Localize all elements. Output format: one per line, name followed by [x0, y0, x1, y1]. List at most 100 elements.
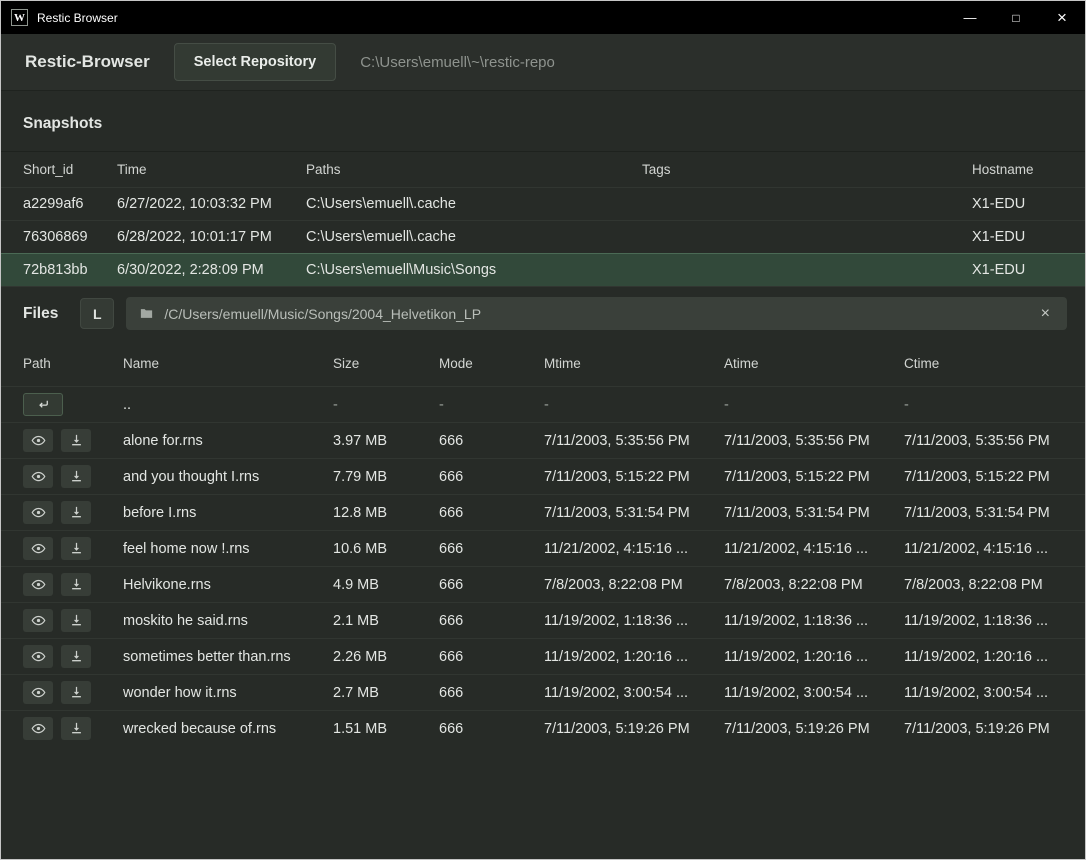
eye-icon — [31, 649, 46, 664]
file-path-bar[interactable]: /C/Users/emuell/Music/Songs/2004_Helveti… — [126, 297, 1067, 330]
file-atime: - — [724, 397, 904, 413]
snapshot-hostname: X1-EDU — [972, 196, 1063, 212]
app-name-label: Restic-Browser — [25, 52, 150, 72]
download-file-button[interactable] — [61, 537, 91, 560]
parent-directory-row: .. - - - - - — [1, 386, 1085, 422]
download-icon — [69, 433, 84, 448]
file-ctime: 7/11/2003, 5:19:26 PM — [904, 721, 1063, 737]
goto-root-button[interactable]: L — [80, 298, 114, 329]
download-icon — [69, 685, 84, 700]
files-title: Files — [23, 305, 58, 323]
minimize-button[interactable]: — — [947, 1, 993, 34]
file-mtime: 7/11/2003, 5:35:56 PM — [544, 433, 724, 449]
file-name: alone for.rns — [123, 433, 333, 449]
file-mode: 666 — [439, 613, 544, 629]
return-arrow-icon — [36, 397, 51, 412]
preview-file-button[interactable] — [23, 429, 53, 452]
preview-file-button[interactable] — [23, 501, 53, 524]
download-file-button[interactable] — [61, 573, 91, 596]
file-size: 2.26 MB — [333, 649, 439, 665]
download-file-button[interactable] — [61, 681, 91, 704]
eye-icon — [31, 541, 46, 556]
preview-file-button[interactable] — [23, 537, 53, 560]
app-header: Restic-Browser Select Repository C:\User… — [1, 34, 1085, 91]
file-name: and you thought I.rns — [123, 469, 333, 485]
column-header-time: Time — [117, 162, 306, 177]
column-header-atime: Atime — [724, 356, 904, 371]
preview-file-button[interactable] — [23, 609, 53, 632]
download-file-button[interactable] — [61, 465, 91, 488]
snapshot-paths: C:\Users\emuell\Music\Songs — [306, 262, 642, 278]
snapshot-row[interactable]: a2299af6 6/27/2022, 10:03:32 PM C:\Users… — [1, 187, 1085, 220]
snapshot-short-id: 76306869 — [23, 229, 117, 245]
eye-icon — [31, 505, 46, 520]
file-mtime: 7/8/2003, 8:22:08 PM — [544, 577, 724, 593]
snapshot-paths: C:\Users\emuell\.cache — [306, 196, 642, 212]
download-icon — [69, 577, 84, 592]
maximize-button[interactable]: □ — [993, 1, 1039, 34]
file-mtime: 11/19/2002, 1:20:16 ... — [544, 649, 724, 665]
download-file-button[interactable] — [61, 645, 91, 668]
file-row: before I.rns 12.8 MB 666 7/11/2003, 5:31… — [1, 494, 1085, 530]
file-name: wrecked because of.rns — [123, 721, 333, 737]
file-mode: 666 — [439, 685, 544, 701]
eye-icon — [31, 613, 46, 628]
preview-file-button[interactable] — [23, 573, 53, 596]
window-title: Restic Browser — [37, 11, 118, 25]
download-file-button[interactable] — [61, 501, 91, 524]
column-header-short-id: Short_id — [23, 162, 117, 177]
download-file-button[interactable] — [61, 717, 91, 740]
file-mtime: 11/19/2002, 1:18:36 ... — [544, 613, 724, 629]
snapshot-paths: C:\Users\emuell\.cache — [306, 229, 642, 245]
snapshot-time: 6/27/2022, 10:03:32 PM — [117, 196, 306, 212]
file-name: before I.rns — [123, 505, 333, 521]
file-row: and you thought I.rns 7.79 MB 666 7/11/2… — [1, 458, 1085, 494]
file-mode: - — [439, 397, 544, 413]
file-mode: 666 — [439, 721, 544, 737]
file-atime: 7/11/2003, 5:35:56 PM — [724, 433, 904, 449]
snapshot-row[interactable]: 76306869 6/28/2022, 10:01:17 PM C:\Users… — [1, 220, 1085, 253]
file-ctime: 7/11/2003, 5:15:22 PM — [904, 469, 1063, 485]
column-header-path: Path — [23, 356, 123, 371]
file-ctime: 11/19/2002, 1:18:36 ... — [904, 613, 1063, 629]
file-atime: 11/19/2002, 1:18:36 ... — [724, 613, 904, 629]
snapshots-header-row: Short_id Time Paths Tags Hostname — [1, 151, 1085, 187]
select-repository-button[interactable]: Select Repository — [174, 43, 337, 81]
files-header-row: Path Name Size Mode Mtime Atime Ctime — [1, 340, 1085, 386]
snapshot-short-id: a2299af6 — [23, 196, 117, 212]
column-header-tags: Tags — [642, 162, 972, 177]
file-mtime: 7/11/2003, 5:15:22 PM — [544, 469, 724, 485]
close-button[interactable]: × — [1039, 1, 1085, 34]
eye-icon — [31, 433, 46, 448]
preview-file-button[interactable] — [23, 681, 53, 704]
download-file-button[interactable] — [61, 429, 91, 452]
column-header-ctime: Ctime — [904, 356, 1063, 371]
file-name: moskito he said.rns — [123, 613, 333, 629]
file-mtime: - — [544, 397, 724, 413]
clear-path-button[interactable]: × — [1037, 304, 1054, 324]
file-size: 10.6 MB — [333, 541, 439, 557]
file-ctime: - — [904, 397, 1063, 413]
download-icon — [69, 721, 84, 736]
preview-file-button[interactable] — [23, 717, 53, 740]
file-size: 7.79 MB — [333, 469, 439, 485]
file-size: 1.51 MB — [333, 721, 439, 737]
preview-file-button[interactable] — [23, 645, 53, 668]
file-size: 4.9 MB — [333, 577, 439, 593]
snapshot-row-selected[interactable]: 72b813bb 6/30/2022, 2:28:09 PM C:\Users\… — [1, 253, 1085, 286]
file-atime: 11/19/2002, 3:00:54 ... — [724, 685, 904, 701]
file-atime: 7/8/2003, 8:22:08 PM — [724, 577, 904, 593]
file-row: Helvikone.rns 4.9 MB 666 7/8/2003, 8:22:… — [1, 566, 1085, 602]
column-header-mtime: Mtime — [544, 356, 724, 371]
download-file-button[interactable] — [61, 609, 91, 632]
file-mode: 666 — [439, 577, 544, 593]
files-toolbar: Files L /C/Users/emuell/Music/Songs/2004… — [1, 286, 1085, 340]
eye-icon — [31, 685, 46, 700]
file-mode: 666 — [439, 649, 544, 665]
preview-file-button[interactable] — [23, 465, 53, 488]
titlebar-left: W Restic Browser — [1, 9, 118, 26]
snapshot-time: 6/28/2022, 10:01:17 PM — [117, 229, 306, 245]
column-header-paths: Paths — [306, 162, 642, 177]
go-up-button[interactable] — [23, 393, 63, 416]
window-controls: — □ × — [947, 1, 1085, 34]
